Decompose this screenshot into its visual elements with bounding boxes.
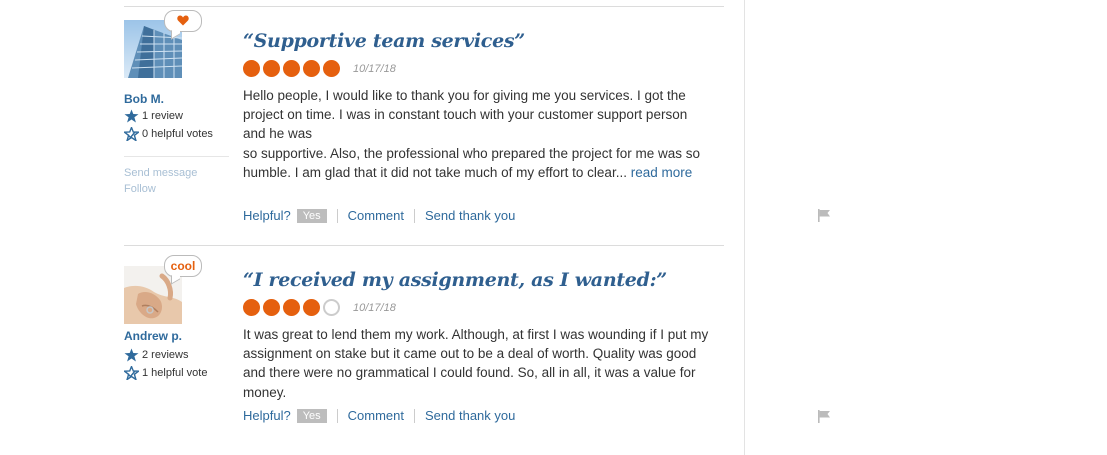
helpful-yes-button[interactable]: Yes: [296, 408, 327, 423]
rating-bubble-filled: [323, 60, 340, 77]
reviewer-name[interactable]: Bob M.: [124, 92, 164, 106]
review-date: 10/17/18: [353, 301, 396, 314]
helpful-star-icon: [124, 366, 139, 380]
reviewer-links: Send message Follow: [124, 156, 229, 197]
review-title[interactable]: “I received my assignment, as I wanted:”: [243, 269, 667, 291]
reviewer-name[interactable]: Andrew p.: [124, 329, 182, 343]
review-count: 1 review: [124, 109, 183, 123]
comment-link[interactable]: Comment: [348, 408, 404, 423]
top-divider: [124, 6, 724, 7]
helpful-star-icon: [124, 127, 139, 141]
heart-icon: [177, 15, 189, 26]
cool-badge: cool: [164, 255, 202, 277]
review-body: Hello people, I would like to thank you …: [243, 86, 713, 182]
review-actions: Helpful? Yes Comment Send thank you: [243, 208, 515, 223]
right-divider: [744, 0, 745, 455]
star-icon: [124, 348, 139, 362]
rating-bubble-filled: [303, 60, 320, 77]
rating-bubble-filled: [303, 299, 320, 316]
helpful-yes-button[interactable]: Yes: [296, 208, 327, 223]
review-date: 10/17/18: [353, 62, 396, 75]
review-count: 2 reviews: [124, 348, 188, 362]
action-divider: [336, 208, 338, 223]
rating-bubble-empty: [323, 299, 340, 316]
action-divider: [336, 408, 338, 423]
rating-bubbles: 10/17/18: [243, 299, 396, 316]
follow-link[interactable]: Follow: [124, 181, 229, 197]
send-message-link[interactable]: Send message: [124, 165, 229, 181]
rating-bubble-filled: [263, 299, 280, 316]
helpful-vote-count: 1 helpful vote: [124, 366, 207, 380]
action-divider: [414, 208, 416, 223]
review-text: It was great to lend them my work. Altho…: [243, 327, 709, 400]
rating-bubble-filled: [283, 60, 300, 77]
action-divider: [414, 408, 416, 423]
rating-bubble-filled: [263, 60, 280, 77]
rating-bubble-filled: [243, 299, 260, 316]
helpful-vote-count: 0 helpful votes: [124, 127, 213, 141]
review-actions: Helpful? Yes Comment Send thank you: [243, 408, 515, 423]
rating-bubble-filled: [243, 60, 260, 77]
review-title[interactable]: “Supportive team services”: [243, 30, 525, 52]
read-more-link[interactable]: read more: [631, 165, 693, 180]
helpful-label: Helpful?: [243, 408, 291, 423]
star-icon: [124, 109, 139, 123]
flag-icon[interactable]: [817, 209, 831, 222]
helpful-label: Helpful?: [243, 208, 291, 223]
review-separator: [124, 245, 724, 246]
heart-badge: [164, 10, 202, 32]
send-thank-you-link[interactable]: Send thank you: [425, 408, 515, 423]
review-body: It was great to lend them my work. Altho…: [243, 325, 713, 402]
rating-bubbles: 10/17/18: [243, 60, 396, 77]
comment-link[interactable]: Comment: [348, 208, 404, 223]
rating-bubble-filled: [283, 299, 300, 316]
send-thank-you-link[interactable]: Send thank you: [425, 208, 515, 223]
flag-icon[interactable]: [817, 410, 831, 423]
